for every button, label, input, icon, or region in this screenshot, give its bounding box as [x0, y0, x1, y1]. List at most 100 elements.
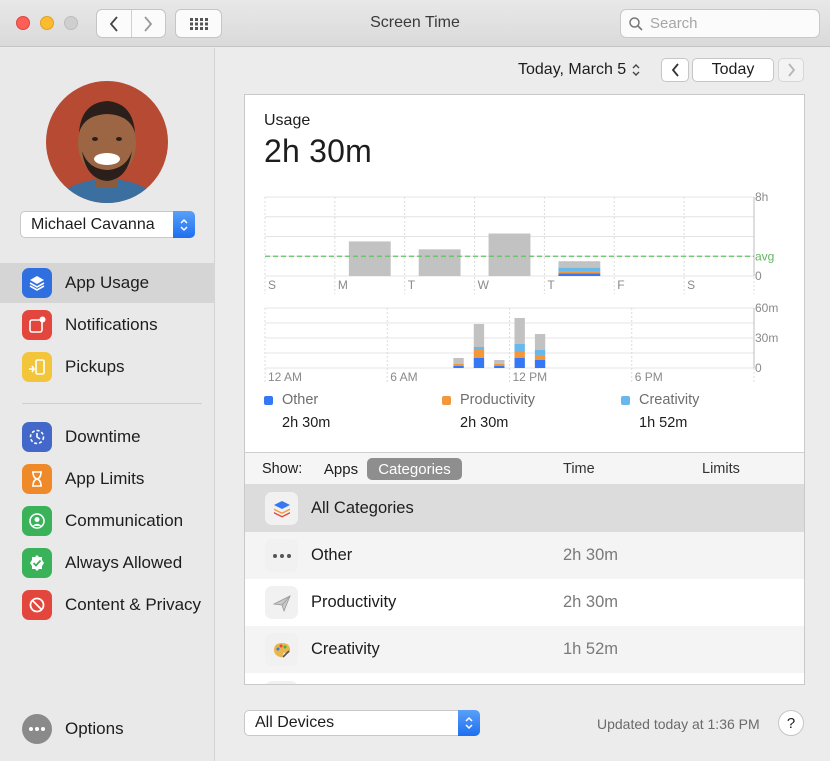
- options-button[interactable]: Options: [22, 714, 124, 744]
- segment-apps[interactable]: Apps: [317, 458, 365, 480]
- show-all-preferences-button[interactable]: [175, 9, 222, 38]
- search-input[interactable]: [650, 15, 810, 32]
- hour-bar: [494, 360, 505, 364]
- today-button[interactable]: Today: [692, 58, 774, 82]
- table-row[interactable]: Creativity 1h 52m: [245, 626, 804, 673]
- hour-bar-productivity: [494, 364, 505, 366]
- stack-icon: [265, 492, 298, 525]
- row-name: All Categories: [311, 499, 414, 517]
- close-window-button[interactable]: [16, 16, 30, 30]
- user-photo-icon: [46, 81, 168, 203]
- user-select[interactable]: Michael Cavanna: [20, 211, 195, 238]
- row-name: Creativity: [311, 640, 380, 658]
- hour-bar-productivity: [453, 364, 464, 366]
- updown-chevron-icon: [632, 64, 640, 76]
- table-row[interactable]: Productivity 2h 30m: [245, 579, 804, 626]
- sidebar-item-communication[interactable]: Communication: [0, 501, 215, 541]
- sidebar-item-always-allowed[interactable]: Always Allowed: [0, 543, 215, 583]
- hour-bar-other: [514, 358, 525, 368]
- sidebar-item-label: Notifications: [65, 315, 158, 334]
- table-row-partial: [245, 673, 804, 684]
- hour-tick-label: 12 AM: [268, 370, 302, 384]
- avg-label: avg: [755, 249, 774, 263]
- title-bar: Screen Time: [0, 0, 830, 47]
- sidebar-item-label: Always Allowed: [65, 553, 183, 572]
- column-header-limits[interactable]: Limits: [702, 461, 740, 477]
- hour-tick-label: 6 PM: [635, 370, 663, 384]
- hour-tick-label: 12 PM: [513, 370, 548, 384]
- previous-day-button[interactable]: [661, 58, 689, 82]
- segment-categories[interactable]: Categories: [367, 458, 462, 480]
- sidebar-item-pickups[interactable]: Pickups: [0, 347, 215, 387]
- help-button[interactable]: ?: [778, 710, 804, 736]
- hour-bar-other: [473, 358, 485, 368]
- week-bar-creativity: [558, 267, 601, 272]
- legend-time: 1h 52m: [639, 415, 688, 431]
- sidebar-item-content-privacy[interactable]: Content & Privacy: [0, 585, 215, 625]
- user-name: Michael Cavanna: [31, 215, 155, 233]
- updated-status: Updated today at 1:36 PM: [597, 716, 760, 732]
- sidebar-item-label: Content & Privacy: [65, 595, 202, 614]
- hour-bar-creativity: [473, 347, 485, 350]
- day-tick-label: T: [408, 278, 416, 292]
- search-field[interactable]: [620, 9, 820, 38]
- sidebar-item-notifications[interactable]: Notifications: [0, 305, 215, 345]
- pickup-phone-icon: [22, 352, 52, 382]
- hour-tick-label: 6 AM: [390, 370, 417, 384]
- sidebar-item-app-limits[interactable]: App Limits: [0, 459, 215, 499]
- legend-label: Creativity: [639, 392, 700, 408]
- devices-stepper[interactable]: [458, 710, 480, 736]
- options-label: Options: [65, 719, 124, 738]
- user-stepper[interactable]: [173, 211, 195, 238]
- row-name: Other: [311, 546, 353, 564]
- chevron-left-icon: [109, 15, 118, 32]
- day-tick-label: M: [338, 278, 348, 292]
- date-picker[interactable]: Today, March 5: [518, 61, 641, 79]
- sidebar-item-label: Communication: [65, 511, 184, 530]
- legend-creativity: Creativity: [621, 392, 699, 408]
- day-tick-label: S: [268, 278, 276, 292]
- column-header-time[interactable]: Time: [563, 461, 595, 477]
- hour-bar-productivity: [534, 355, 546, 360]
- paper-plane-icon: [265, 586, 298, 619]
- chevron-right-icon: [144, 15, 153, 32]
- legend-other: Other: [264, 392, 318, 408]
- hour-bar: [473, 324, 485, 347]
- minimize-window-button[interactable]: [40, 16, 54, 30]
- hour-bar: [453, 358, 464, 364]
- notification-badge-icon: [22, 310, 52, 340]
- check-badge-icon: [22, 548, 52, 578]
- devices-select[interactable]: All Devices: [244, 710, 480, 736]
- y-tick-label: 0: [755, 361, 762, 375]
- back-button[interactable]: [97, 10, 131, 37]
- sidebar-divider: [22, 403, 202, 404]
- legend-label: Productivity: [460, 392, 535, 408]
- next-day-button[interactable]: [778, 58, 804, 82]
- chevron-left-icon: [671, 63, 679, 77]
- y-tick-label: 60m: [755, 301, 778, 315]
- y-tick-label: 0: [755, 269, 762, 283]
- palette-icon: [265, 633, 298, 666]
- sidebar-item-app-usage[interactable]: App Usage: [0, 263, 215, 303]
- person-circle-icon: [22, 506, 52, 536]
- layers-icon: [22, 268, 52, 298]
- hour-bar: [534, 334, 546, 350]
- y-tick-label: 8h: [755, 190, 768, 204]
- hour-bar-other: [534, 360, 546, 368]
- sidebar-item-downtime[interactable]: Downtime: [0, 417, 215, 457]
- week-bar: [558, 261, 601, 268]
- sidebar-item-label: Downtime: [65, 427, 141, 446]
- zoom-window-button[interactable]: [64, 16, 78, 30]
- week-bar-other: [558, 273, 601, 276]
- hour-bar-other: [494, 366, 505, 368]
- forward-button[interactable]: [130, 10, 166, 37]
- table-row[interactable]: Other 2h 30m: [245, 532, 804, 579]
- day-tick-label: F: [617, 278, 624, 292]
- show-toolbar: Show: Apps Categories Time Limits: [245, 452, 804, 485]
- usage-charts: S M T W T F S 8h avg 0 12 AM 6 AM 12 PM 6 PM 60m 30m 0: [264, 190, 778, 384]
- table-row[interactable]: All Categories: [245, 485, 804, 532]
- hour-bar-productivity: [473, 350, 485, 358]
- row-time: 2h 30m: [563, 593, 619, 611]
- no-entry-icon: [22, 590, 52, 620]
- updown-chevron-icon: [465, 716, 473, 730]
